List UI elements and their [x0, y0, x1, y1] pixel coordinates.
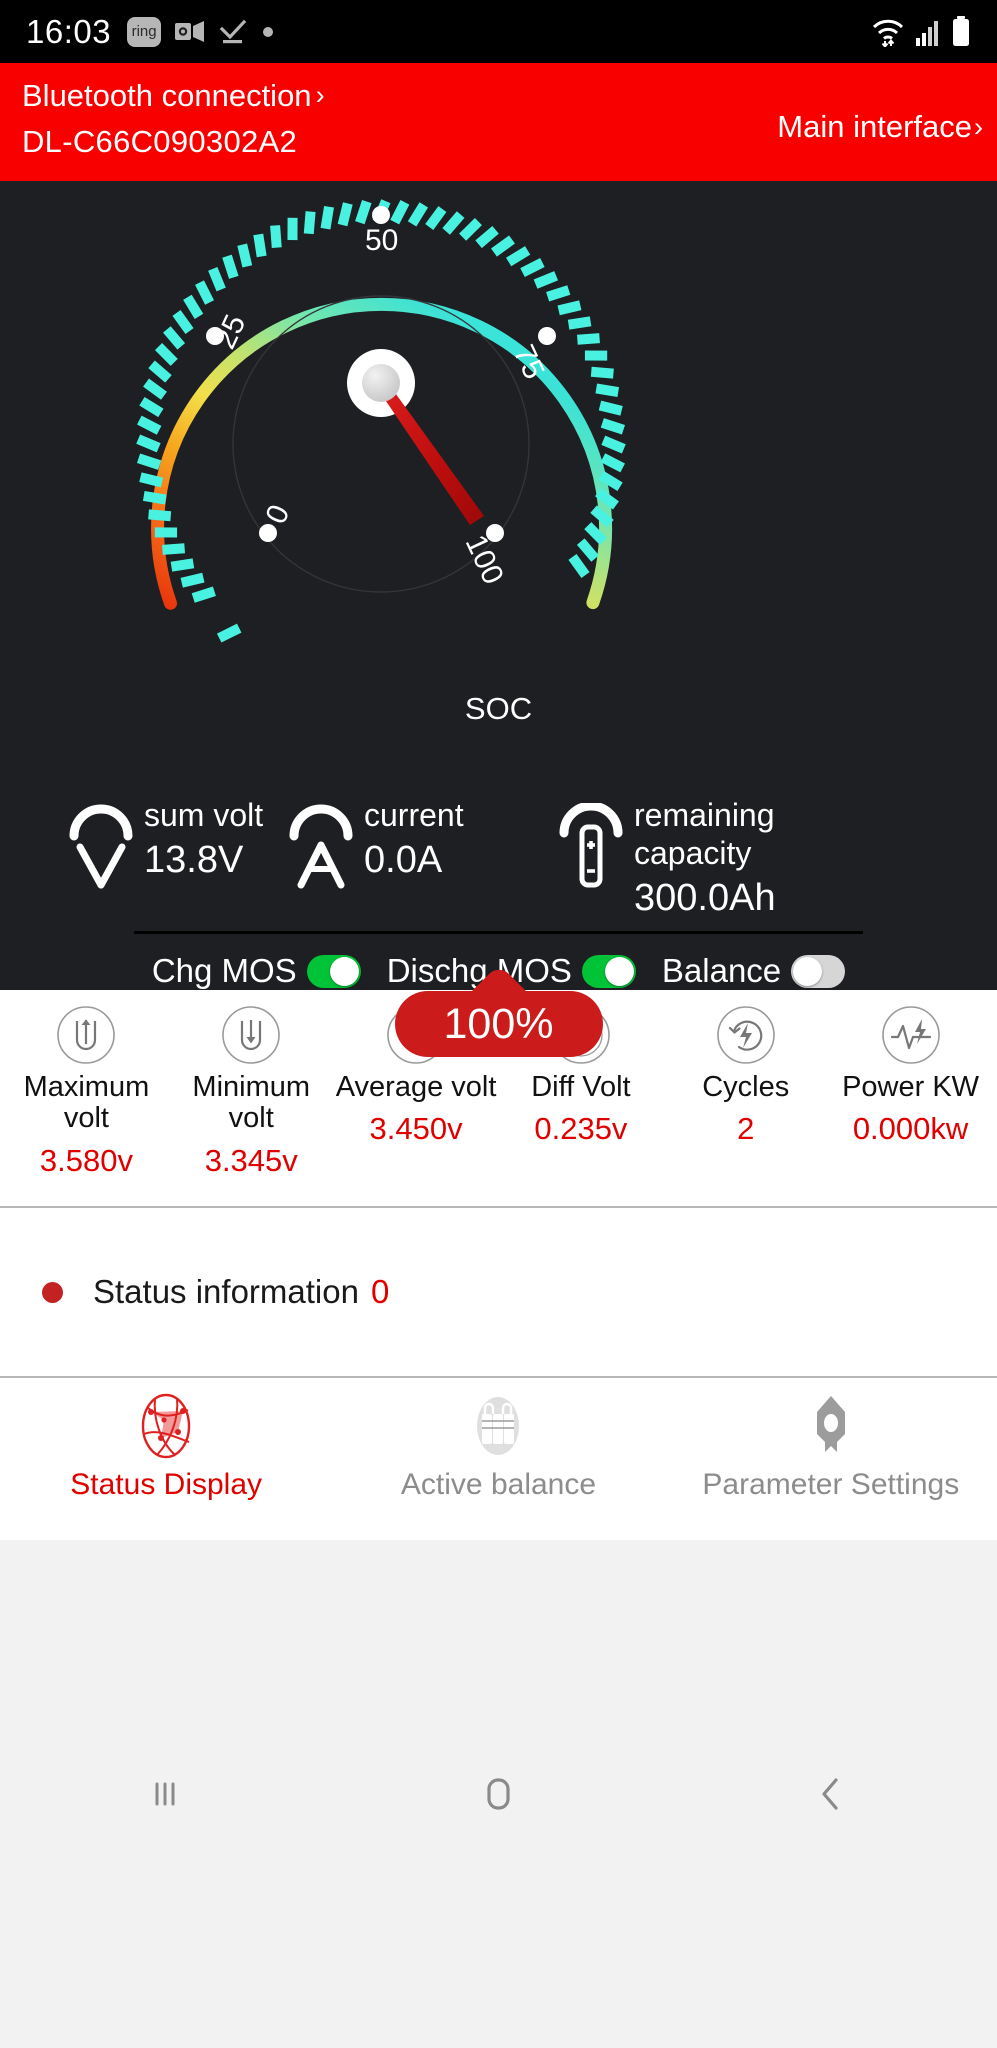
main-interface-link[interactable]: Main interface › [777, 109, 983, 145]
home-button[interactable] [332, 1771, 664, 1817]
status-information-count: 0 [370, 1273, 390, 1310]
rocket-gear-icon [816, 1396, 845, 1452]
tab-label: Status Display [70, 1468, 263, 1501]
dot-icon [263, 26, 274, 37]
gauge-needle [347, 349, 484, 525]
status-indicator-dot [42, 1281, 63, 1303]
chevron-right-icon: › [315, 80, 325, 111]
android-nav-bar [0, 1540, 997, 2048]
outlook-icon [175, 20, 205, 42]
tab-parameter-settings[interactable]: Parameter Settings [665, 1390, 997, 1540]
status-bar-system-icons [871, 15, 971, 48]
tab-status-display[interactable]: Status Display [0, 1390, 332, 1540]
status-bar-clock: 16:03 [26, 12, 112, 50]
bottom-tab-bar: Status Display Active balance Parameter … [0, 1378, 997, 1540]
status-information-label: Status information [93, 1273, 359, 1310]
back-button[interactable] [665, 1771, 997, 1817]
recents-button[interactable] [0, 1773, 332, 1815]
ring-badge-icon: ring [127, 16, 162, 47]
network-globe-icon [141, 1393, 191, 1459]
gauge-soc-label: SOC [464, 691, 533, 726]
metric-value: 3.580v [39, 1142, 133, 1178]
home-icon [487, 1778, 511, 1810]
gauge-label-100: 100 [459, 530, 510, 589]
status-bar-notification-icons: ring [127, 16, 275, 47]
dischg-mos-toggle[interactable] [581, 954, 636, 988]
soc-percent-badge: 100% [394, 991, 603, 1057]
gauge-ticks [136, 199, 626, 643]
tab-active-balance[interactable]: Active balance [332, 1390, 664, 1540]
soc-gauge: 0 25 50 75 100 SOC 100% [0, 181, 997, 1057]
chg-mos-toggle[interactable] [306, 954, 361, 988]
chevron-right-icon: › [974, 111, 983, 142]
phone-screen: 16:03 ring Bluetooth connection › DL-C66… [0, 0, 997, 2048]
gauge-label-50: 50 [365, 224, 398, 257]
recents-icon [155, 1782, 175, 1806]
app-header-bar: Bluetooth connection › DL-C66C090302A2 M… [0, 63, 997, 181]
battery-cells-icon [477, 1397, 520, 1455]
gauge-panel: 0 25 50 75 100 SOC 100% sum volt 13.8V c… [0, 181, 997, 1057]
gauge-dot-0 [259, 524, 277, 542]
tab-label: Parameter Settings [702, 1468, 960, 1501]
gauge-dot-75 [538, 327, 556, 345]
status-information-row[interactable]: Status information 0 [0, 1208, 997, 1376]
balance-toggle[interactable] [791, 954, 846, 988]
battery-icon [953, 15, 969, 46]
tab-label: Active balance [400, 1468, 597, 1501]
bluetooth-connection-label: Bluetooth connection [22, 78, 312, 113]
checkmark-icon [219, 19, 247, 43]
wifi-icon [872, 19, 904, 47]
main-interface-label: Main interface [777, 109, 972, 144]
gauge-dot-50 [372, 206, 390, 224]
metric-value: 3.345v [204, 1142, 298, 1178]
cellular-signal-icon [916, 20, 938, 46]
android-status-bar: 16:03 ring [0, 0, 997, 63]
back-icon [822, 1778, 838, 1810]
